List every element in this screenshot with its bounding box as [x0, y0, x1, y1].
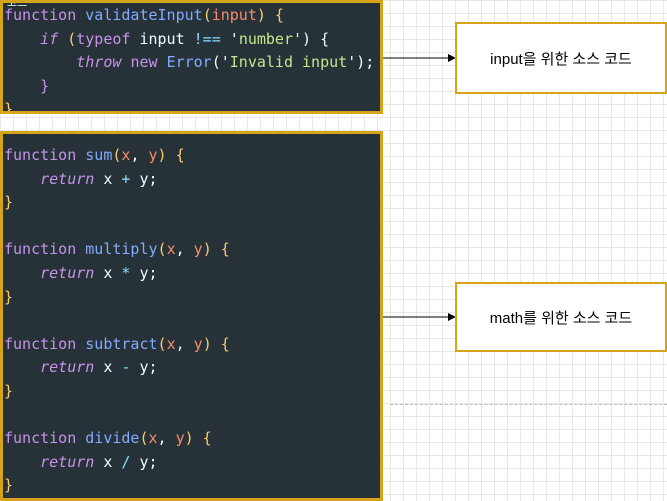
math-callout-box: math를 위한 소스 코드 — [455, 282, 667, 352]
dashed-divider — [390, 404, 667, 405]
input-callout-label: input을 위한 소스 코드 — [490, 50, 632, 68]
input-callout-box: input을 위한 소스 코드 — [455, 22, 667, 94]
math-callout-label: math를 위한 소스 코드 — [489, 309, 633, 327]
